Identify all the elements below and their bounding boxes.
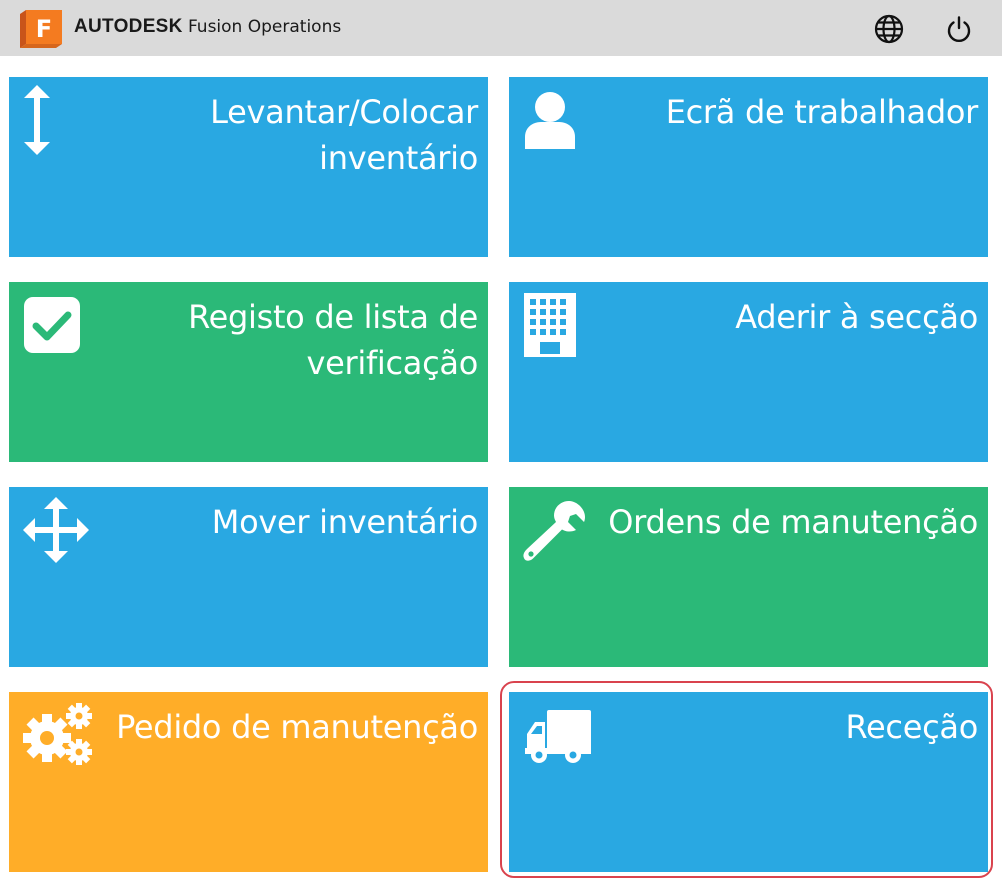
logo-letter: F xyxy=(36,15,52,43)
tile-label: Registo de lista de verificação xyxy=(188,298,478,382)
tile-join-section[interactable]: Aderir à secção xyxy=(509,282,988,462)
logout-button[interactable] xyxy=(944,14,974,44)
tile-label: Aderir à secção xyxy=(735,298,978,336)
fusion-logo-icon: F xyxy=(20,10,62,48)
tile-label: Ordens de manutenção xyxy=(608,503,978,541)
tile-move-inventory[interactable]: Mover inventário xyxy=(9,487,488,667)
brand-name: AUTODESK xyxy=(74,16,183,37)
brand-title: AUTODESK Fusion Operations xyxy=(74,16,341,38)
tile-label: Pedido de manutenção xyxy=(116,708,478,746)
user-icon xyxy=(523,91,577,153)
product-name: Fusion Operations xyxy=(187,17,342,37)
move-arrows-icon xyxy=(23,497,89,567)
top-bar: F AUTODESK Fusion Operations xyxy=(0,0,1002,56)
tile-label: Ecrã de trabalhador xyxy=(665,93,979,131)
tile-maintenance-orders[interactable]: Ordens de manutenção xyxy=(509,487,988,667)
tile-worker-screen[interactable]: Ecrã de trabalhador xyxy=(509,77,988,257)
language-button[interactable] xyxy=(874,14,904,44)
tile-label: Levantar/Colocar inventário xyxy=(210,93,478,177)
tile-maintenance-request[interactable]: Pedido de manutenção xyxy=(9,692,488,872)
globe-icon xyxy=(874,14,904,44)
tile-label: Mover inventário xyxy=(211,503,479,541)
power-icon xyxy=(947,16,971,43)
tile-receiving[interactable]: Receção xyxy=(509,692,988,872)
tile-pick-put-inventory[interactable]: Levantar/Colocar inventário xyxy=(9,77,488,257)
vertical-arrows-icon xyxy=(21,85,53,159)
tile-label: Receção xyxy=(845,708,979,746)
tile-checklist-log[interactable]: Registo de lista de verificação xyxy=(9,282,488,462)
truck-icon xyxy=(525,710,591,768)
wrench-icon xyxy=(523,499,587,567)
building-icon xyxy=(523,292,577,362)
checkbox-icon xyxy=(23,296,81,358)
gears-icon xyxy=(21,700,97,774)
